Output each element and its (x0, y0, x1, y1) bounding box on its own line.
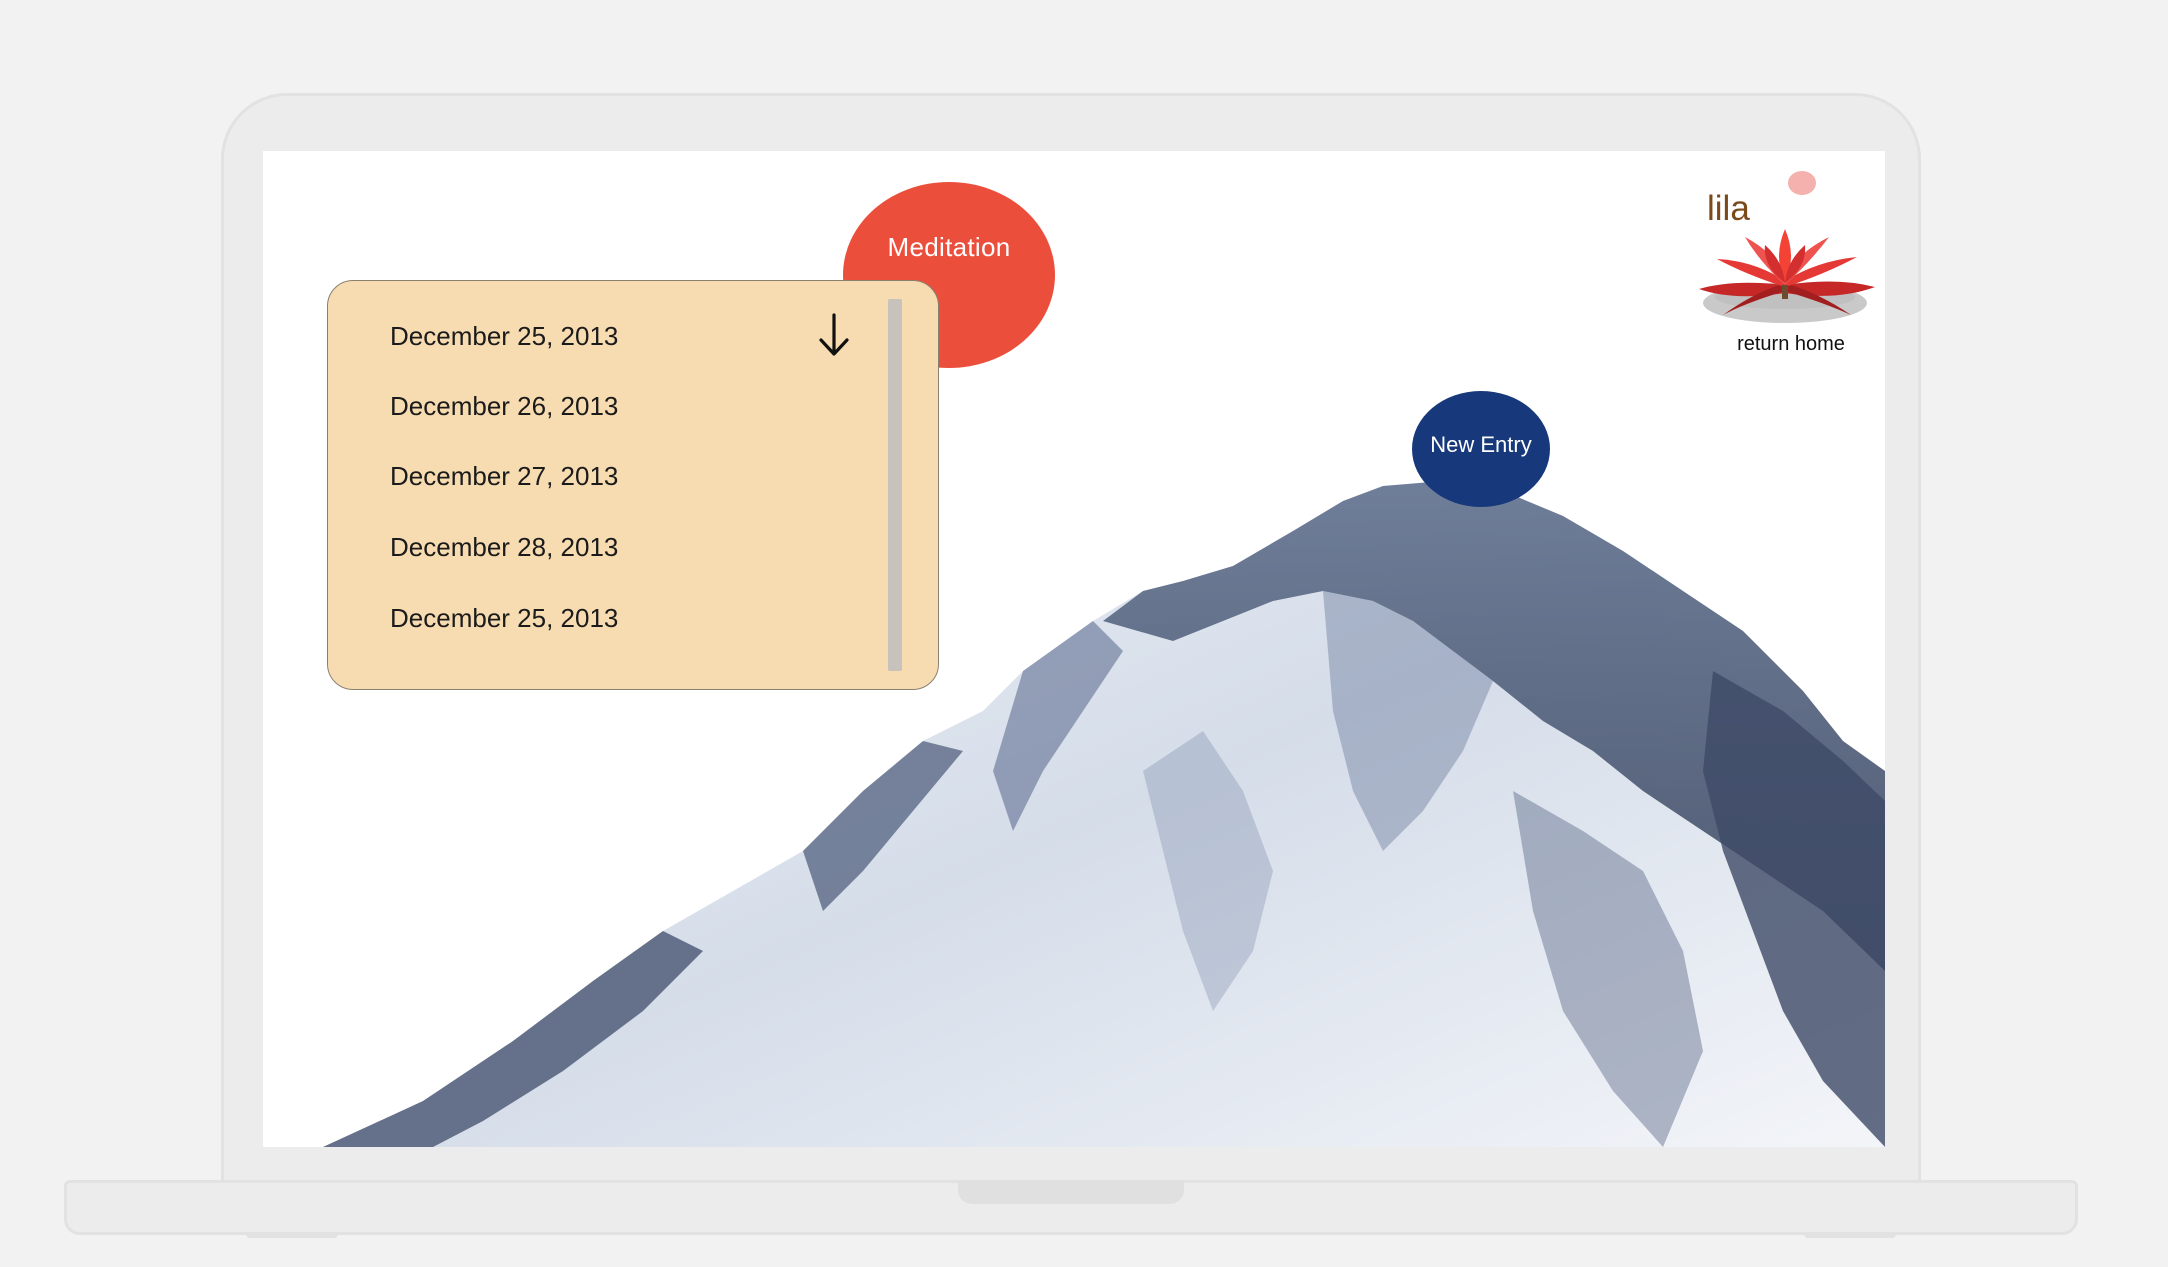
app-screen: Meditation December 25, 2013 December 26… (263, 151, 1885, 1147)
laptop-mockup: Meditation December 25, 2013 December 26… (0, 0, 2168, 1267)
list-scrollbar[interactable] (888, 299, 902, 671)
meditation-label: Meditation (887, 232, 1011, 262)
laptop-notch (958, 1180, 1184, 1204)
journal-entry-item[interactable]: December 27, 2013 (390, 461, 618, 492)
journal-entry-item[interactable]: December 26, 2013 (390, 391, 618, 422)
brand-home: lila return home (1693, 167, 1883, 367)
journal-entry-item[interactable]: December 25, 2013 (390, 603, 618, 634)
journal-entry-list: December 25, 2013 December 26, 2013 Dece… (327, 280, 939, 690)
return-home-link[interactable]: return home (1693, 333, 1885, 356)
lotus-icon[interactable] (1693, 223, 1883, 333)
new-entry-label: New Entry (1430, 432, 1532, 457)
laptop-foot-right (1804, 1233, 1896, 1238)
journal-entry-item[interactable]: December 28, 2013 (390, 532, 618, 563)
laptop-foot-left (246, 1233, 338, 1238)
brand-dot (1788, 171, 1816, 195)
arrow-down-icon[interactable] (816, 311, 852, 359)
new-entry-button[interactable]: New Entry (1412, 391, 1550, 507)
journal-entry-item[interactable]: December 25, 2013 (390, 321, 618, 352)
